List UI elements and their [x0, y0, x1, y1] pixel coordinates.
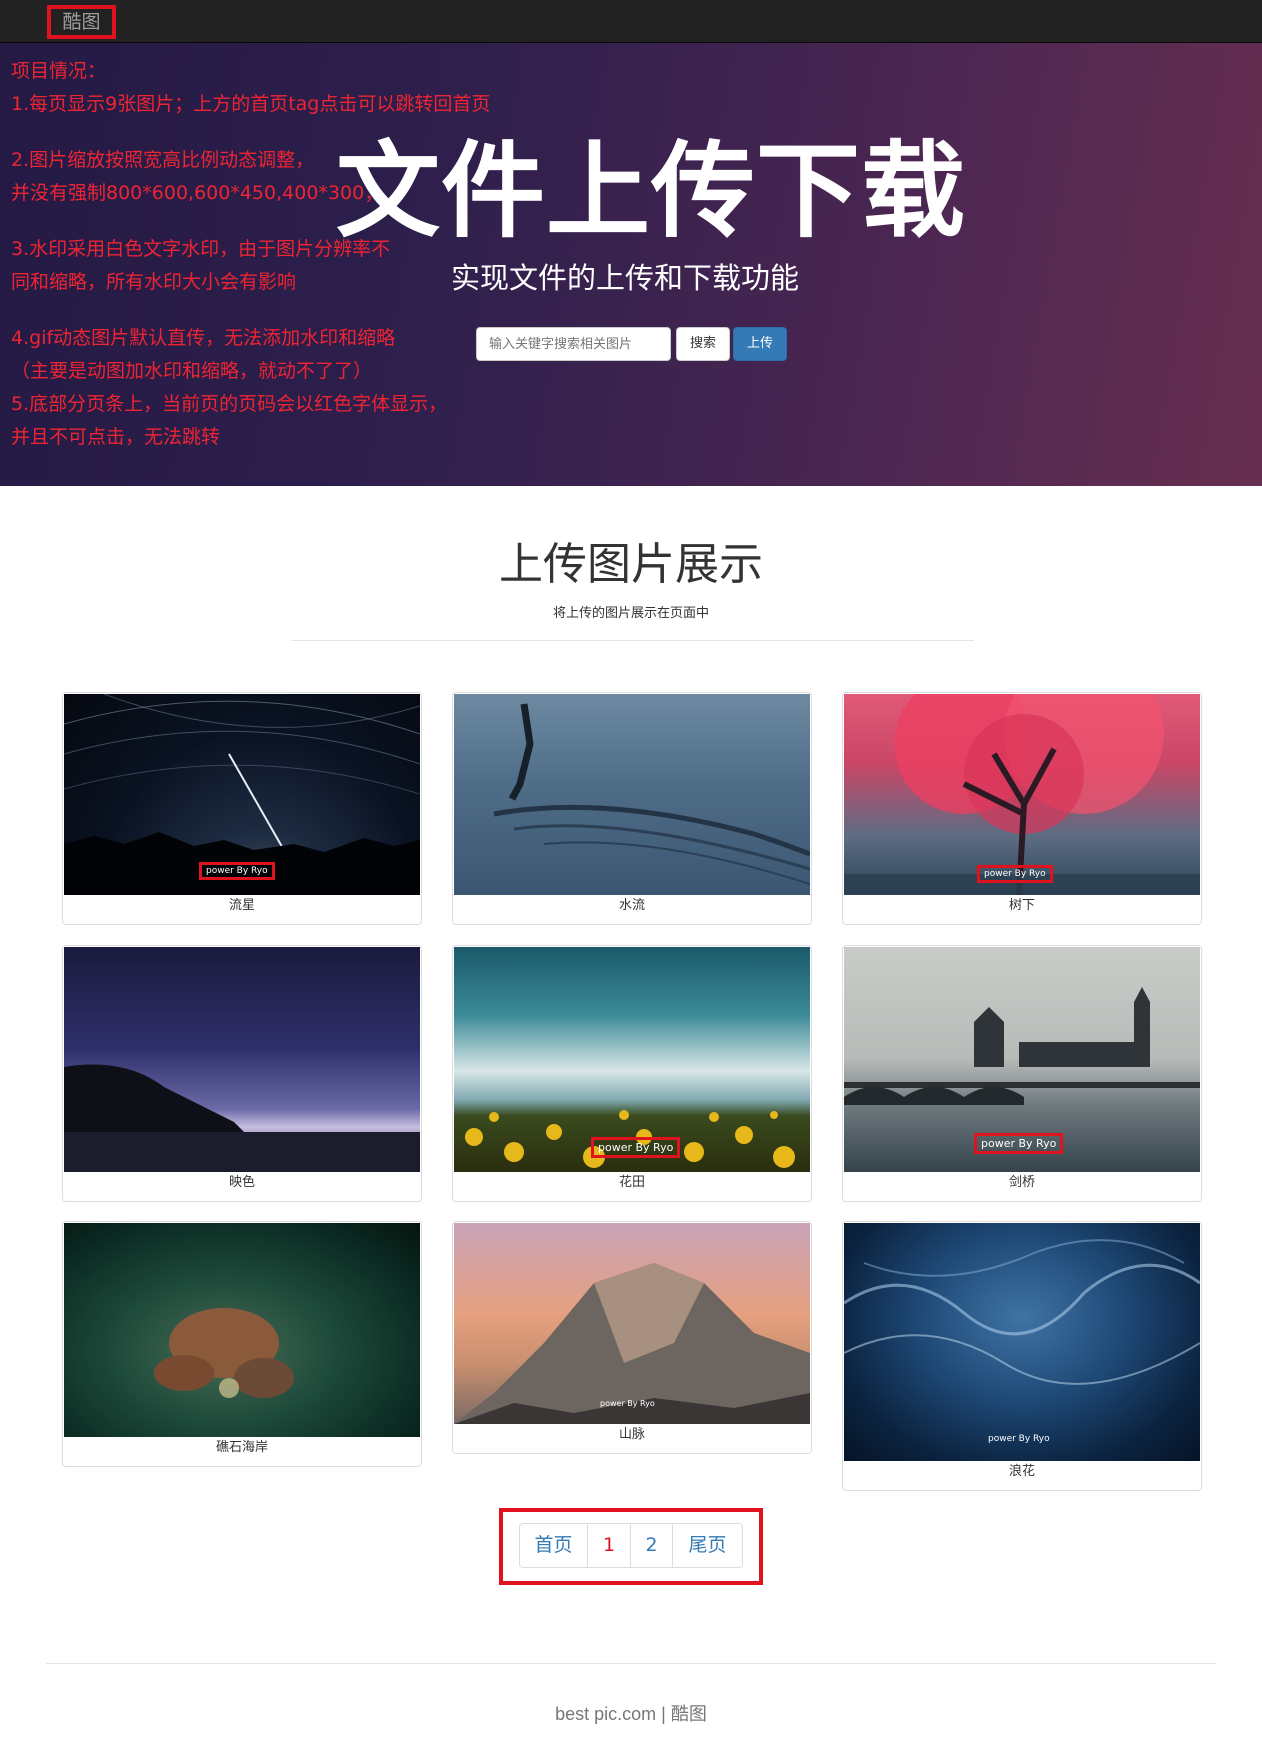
- note-line: 4.gif动态图片默认直传，无法添加水印和缩略: [11, 327, 396, 349]
- note-line: 5.底部分页条上，当前页的页码会以红色字体显示，: [11, 393, 448, 415]
- footer-site: best pic.com: [555, 1704, 657, 1724]
- gallery-card[interactable]: power By Ryo 流星: [62, 692, 422, 925]
- image-caption: 浪花: [1008, 1464, 1035, 1479]
- gallery-card[interactable]: 水流: [452, 692, 812, 925]
- gallery-card[interactable]: power By Ryo 山脉: [452, 1221, 812, 1454]
- watermark-label: power By Ryo: [591, 1137, 681, 1158]
- footer-separator: |: [661, 1704, 666, 1724]
- image-caption: 流星: [228, 898, 255, 913]
- search-input[interactable]: [476, 327, 671, 361]
- section-subtitle: 将上传的图片展示在页面中: [552, 606, 709, 621]
- image-caption: 映色: [228, 1175, 255, 1190]
- footer-brand: 酷图: [670, 1704, 707, 1724]
- note-line: 同和缩略，所有水印大小会有影响: [11, 271, 297, 293]
- gallery-card[interactable]: power By Ryo 剑桥: [842, 945, 1202, 1202]
- gallery-image-night-coast[interactable]: [64, 947, 420, 1172]
- gallery-card[interactable]: power By Ryo 树下: [842, 692, 1202, 925]
- gallery-card[interactable]: power By Ryo 浪花: [842, 1221, 1202, 1491]
- gallery-image-reef-coast[interactable]: [64, 1223, 420, 1437]
- image-caption: 花田: [618, 1175, 645, 1190]
- image-caption: 树下: [1008, 898, 1035, 913]
- gallery-card[interactable]: 映色: [62, 945, 422, 1202]
- note-line: 1.每页显示9张图片；上方的首页tag点击可以跳转回首页: [11, 93, 491, 115]
- pagination-first[interactable]: 首页: [520, 1524, 588, 1567]
- brand-link[interactable]: 酷图: [47, 5, 116, 39]
- project-notes: 项目情况： 1.每页显示9张图片；上方的首页tag点击可以跳转回首页 2.图片缩…: [11, 55, 490, 454]
- image-caption: 剑桥: [1008, 1175, 1035, 1190]
- gallery-image-tree[interactable]: power By Ryo: [844, 694, 1200, 895]
- pagination-last[interactable]: 尾页: [673, 1524, 742, 1567]
- hero-subtitle: 实现文件的上传和下载功能: [451, 261, 800, 295]
- upload-button[interactable]: 上传: [733, 327, 787, 361]
- gallery-image-waves[interactable]: power By Ryo: [844, 1223, 1200, 1461]
- pagination: 首页 1 2 尾页: [519, 1523, 743, 1568]
- gallery-image-meteor[interactable]: power By Ryo: [64, 694, 420, 895]
- search-button[interactable]: 搜索: [676, 327, 730, 361]
- note-line: 并且不可点击，无法跳转: [11, 426, 221, 448]
- gallery-card[interactable]: power By Ryo 花田: [452, 945, 812, 1202]
- watermark-label: power By Ryo: [988, 1434, 1050, 1444]
- watermark-label: power By Ryo: [977, 865, 1053, 883]
- top-navbar: 酷图: [0, 0, 1262, 43]
- image-caption: 水流: [618, 898, 645, 913]
- gallery-image-sunflower-field[interactable]: power By Ryo: [454, 947, 810, 1172]
- footer: best pic.com | 酷图: [0, 1700, 1262, 1726]
- pagination-page-current: 1: [588, 1524, 631, 1567]
- hero-banner: 项目情况： 1.每页显示9张图片；上方的首页tag点击可以跳转回首页 2.图片缩…: [0, 43, 1262, 486]
- image-caption: 山脉: [618, 1427, 645, 1442]
- gallery-image-mountain[interactable]: power By Ryo: [454, 1223, 810, 1424]
- footer-divider: [46, 1663, 1216, 1664]
- gallery-image-cambridge[interactable]: power By Ryo: [844, 947, 1200, 1172]
- gallery-image-water[interactable]: [454, 694, 810, 895]
- section-title: 上传图片展示: [499, 539, 763, 590]
- watermark-label: power By Ryo: [199, 862, 275, 880]
- image-caption: 礁石海岸: [215, 1440, 268, 1455]
- hero-title: 文件上传下载: [336, 130, 967, 252]
- gallery-card[interactable]: 礁石海岸: [62, 1221, 422, 1467]
- watermark-label: power By Ryo: [974, 1133, 1064, 1154]
- note-line: （主要是动图加水印和缩略，就动不了了）: [11, 360, 373, 382]
- pagination-page[interactable]: 2: [631, 1524, 673, 1567]
- note-line: 项目情况：: [11, 60, 107, 82]
- section-divider: [291, 640, 974, 641]
- watermark-label: power By Ryo: [600, 1399, 655, 1408]
